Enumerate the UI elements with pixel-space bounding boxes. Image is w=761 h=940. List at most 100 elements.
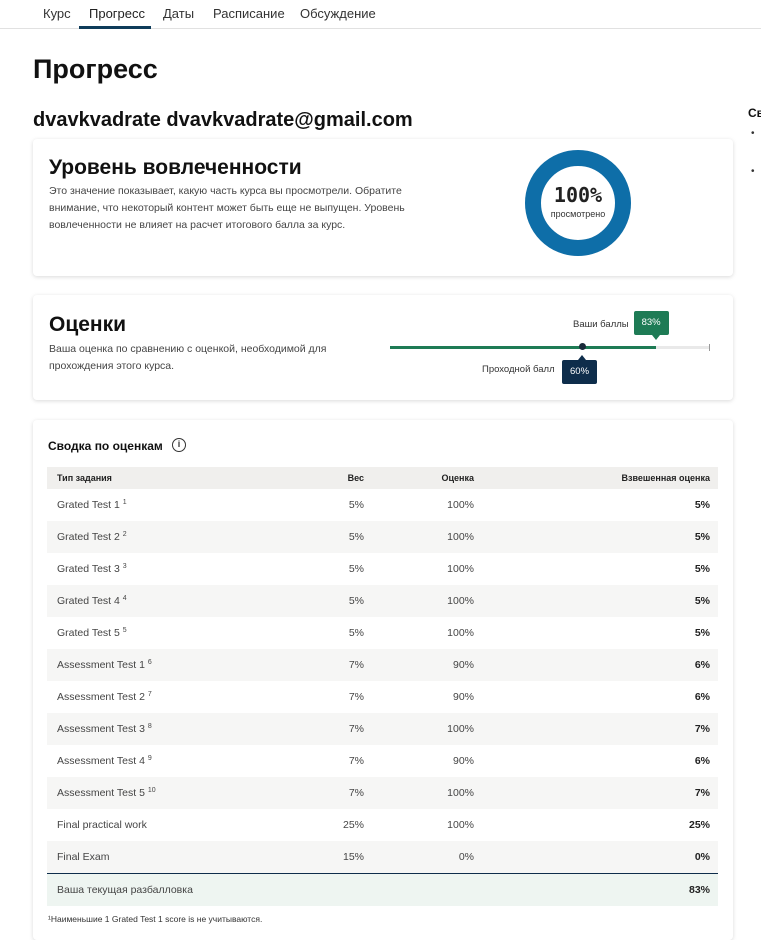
- column-header-score: Оценка: [364, 467, 474, 489]
- page-title: Прогресс: [33, 54, 158, 84]
- assignment-weighted: 7%: [474, 713, 718, 745]
- total-row: Ваша текущая разбалловка 83%: [47, 872, 718, 906]
- assignment-weighted: 25%: [688, 819, 710, 831]
- grade-footnote: ¹Наименьшие 1 Grated Test 1 score is не …: [48, 914, 263, 924]
- assignment-weight: 15%: [287, 841, 364, 873]
- footnote-ref: 4: [122, 595, 127, 602]
- grades-title: Оценки: [49, 313, 127, 336]
- assignment-name: Grated Test 1 1: [47, 489, 287, 521]
- table-row: Assessment Test 4 9 7% 90% 6%: [47, 745, 718, 777]
- your-score-caption: Ваши баллы: [573, 319, 629, 330]
- grade-bar-end: [709, 344, 710, 351]
- assignment-name: Grated Test 4 4: [47, 585, 287, 617]
- assignment-weighted: 6%: [474, 649, 718, 681]
- table-row: Grated Test 3 3 5% 100% 5%: [47, 553, 718, 585]
- tab-progress[interactable]: Прогресс: [89, 6, 145, 21]
- assignment-weighted: 5%: [474, 585, 718, 617]
- total-value: 83%: [474, 872, 718, 906]
- grade-summary-card: Сводка по оценкам i Тип задания Вес Оцен…: [33, 420, 733, 940]
- footnote-ref: 8: [147, 723, 152, 730]
- assignment-weight: 7%: [348, 755, 364, 767]
- total-label: Ваша текущая разбалловка: [47, 872, 287, 906]
- assignment-weighted: 5%: [474, 521, 718, 553]
- grades-card: Оценки Ваша оценка по сравнению с оценко…: [33, 295, 733, 400]
- tab-dates[interactable]: Даты: [163, 6, 194, 21]
- assignment-name: Grated Test 2 2: [47, 521, 287, 553]
- assignment-name: Assessment Test 2 7: [47, 681, 287, 713]
- assignment-weighted: 6%: [694, 755, 710, 767]
- table-row: Assessment Test 3 8 7% 100% 7%: [47, 713, 718, 745]
- assignment-name: Assessment Test 1 6: [47, 649, 287, 681]
- assignment-link[interactable]: Assessment Test 3: [57, 723, 145, 735]
- assignment-score: 90%: [452, 755, 474, 767]
- assignment-score: 100%: [447, 499, 474, 511]
- assignment-score: 100%: [447, 563, 474, 575]
- assignment-weighted: 5%: [694, 563, 710, 575]
- table-row: Assessment Test 2 7 7% 90% 6%: [47, 681, 718, 713]
- assignment-score: 100%: [364, 585, 474, 617]
- footnote-ref: 5: [122, 627, 127, 634]
- user-name-email: dvavkvadrate dvavkvadrate@gmail.com: [33, 109, 413, 131]
- assignment-link[interactable]: Grated Test 3: [57, 563, 120, 575]
- engagement-card: Уровень вовлеченности Это значение показ…: [33, 139, 733, 276]
- assignment-name: Final practical work: [47, 809, 287, 841]
- course-tabs: Курс Прогресс Даты Расписание Обсуждение: [0, 0, 761, 29]
- table-row: Grated Test 1 1 5% 100% 5%: [47, 489, 718, 521]
- assignment-link[interactable]: Assessment Test 4: [57, 755, 145, 767]
- assignment-link[interactable]: Grated Test 4: [57, 595, 120, 607]
- column-header-assignment: Тип задания: [47, 467, 287, 489]
- info-icon[interactable]: i: [172, 438, 186, 452]
- table-row: Final practical work 25% 100% 25%: [47, 809, 718, 841]
- passing-grade-marker: [578, 343, 586, 350]
- tab-schedule[interactable]: Расписание: [213, 6, 285, 21]
- footnote-ref: 2: [122, 531, 127, 538]
- assignment-score: 100%: [364, 713, 474, 745]
- column-header-weighted: Взвешенная оценка: [474, 467, 718, 489]
- assignment-link[interactable]: Assessment Test 1: [57, 659, 145, 671]
- assignment-link[interactable]: Assessment Test 5: [57, 787, 145, 799]
- table-row: Assessment Test 5 10 7% 100% 7%: [47, 777, 718, 809]
- table-header-row: Тип задания Вес Оценка Взвешенная оценка: [47, 467, 718, 489]
- engagement-sub-label: просмотрено: [550, 209, 606, 219]
- tab-course[interactable]: Курс: [43, 6, 71, 21]
- assignment-name: Assessment Test 3 8: [47, 713, 287, 745]
- assignment-link[interactable]: Final practical work: [57, 819, 147, 831]
- grade-progress-bar: [390, 344, 710, 351]
- passing-grade-badge: 60%: [562, 360, 598, 384]
- assignment-weighted: 6%: [694, 691, 710, 703]
- assignment-link[interactable]: Grated Test 2: [57, 531, 120, 543]
- assignment-name: Assessment Test 4 9: [47, 745, 287, 777]
- footnote-ref: 7: [147, 691, 152, 698]
- assignment-score: 100%: [364, 777, 474, 809]
- footnote-ref: 1: [122, 499, 127, 506]
- grades-description: Ваша оценка по сравнению с оценкой, необ…: [49, 343, 327, 372]
- assignment-weight: 7%: [287, 649, 364, 681]
- assignment-weight: 5%: [287, 521, 364, 553]
- engagement-donut: 100% просмотрено: [524, 149, 632, 257]
- assignment-weight: 7%: [287, 713, 364, 745]
- sidebar-peek-bullet: •: [751, 128, 755, 139]
- assignment-score: 90%: [452, 691, 474, 703]
- assignment-name: Grated Test 3 3: [47, 553, 287, 585]
- table-row: Assessment Test 1 6 7% 90% 6%: [47, 649, 718, 681]
- grade-summary-title: Сводка по оценкам: [48, 439, 163, 453]
- tab-discussion[interactable]: Обсуждение: [300, 6, 376, 21]
- assignment-weight: 5%: [348, 627, 364, 639]
- assignment-weight: 5%: [348, 499, 364, 511]
- table-row: Grated Test 4 4 5% 100% 5%: [47, 585, 718, 617]
- assignment-weight: 5%: [348, 563, 364, 575]
- assignment-link[interactable]: Grated Test 1: [57, 499, 120, 511]
- table-row: Grated Test 5 5 5% 100% 5%: [47, 617, 718, 649]
- assignment-weighted: 0%: [474, 841, 718, 873]
- assignment-score: 90%: [364, 649, 474, 681]
- active-tab-indicator: [79, 26, 151, 29]
- your-score-pointer: [651, 335, 660, 340]
- footnote-ref: 3: [122, 563, 127, 570]
- assignment-link[interactable]: Grated Test 5: [57, 627, 120, 639]
- assignment-weight: 7%: [348, 691, 364, 703]
- assignment-score: 0%: [364, 841, 474, 873]
- assignment-weighted: 5%: [694, 499, 710, 511]
- table-row: Grated Test 2 2 5% 100% 5%: [47, 521, 718, 553]
- assignment-link[interactable]: Assessment Test 2: [57, 691, 145, 703]
- assignment-link[interactable]: Final Exam: [57, 851, 110, 863]
